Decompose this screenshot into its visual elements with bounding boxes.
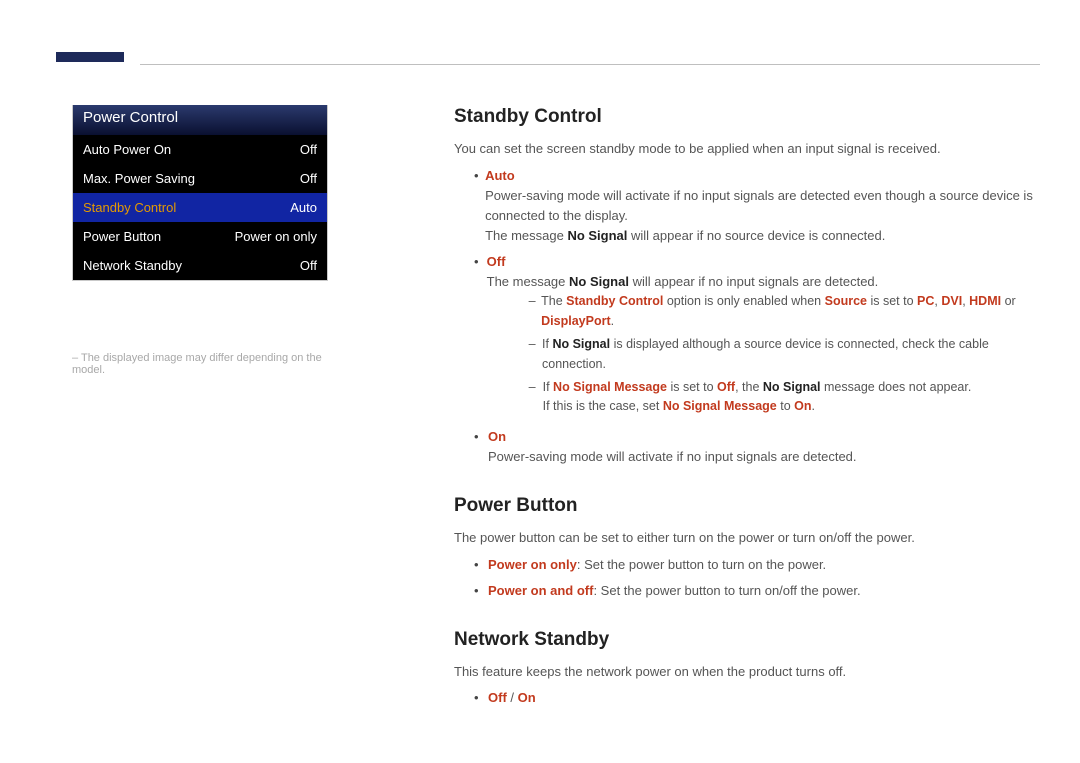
option-text: Power on only: Set the power button to t… [488, 555, 826, 575]
row-power-button[interactable]: Power Button Power on only [73, 222, 327, 251]
row-label: Standby Control [83, 200, 176, 215]
option-on: • On Power-saving mode will activate if … [474, 427, 1034, 467]
network-options: • Off / On [474, 688, 1034, 708]
row-max-power-saving[interactable]: Max. Power Saving Off [73, 164, 327, 193]
option-text: Off / On [488, 688, 536, 708]
note-text: The Standby Control option is only enabl… [541, 292, 1034, 331]
option-network-toggle: • Off / On [474, 688, 1034, 708]
bullet-icon: • [474, 427, 488, 467]
row-label: Auto Power On [83, 142, 171, 157]
option-label: Off [487, 254, 506, 269]
heading-standby-control: Standby Control [454, 102, 1034, 131]
row-value: Off [300, 171, 317, 186]
page-accent [56, 52, 124, 62]
note-text: If No Signal Message is set to Off, the … [543, 378, 972, 417]
note-text: If No Signal is displayed although a sou… [542, 335, 1034, 374]
heading-network-standby: Network Standby [454, 625, 1034, 654]
option-text: The message No Signal will appear if no … [485, 228, 885, 243]
bullet-icon: • [474, 581, 488, 601]
option-off: • Off The message No Signal will appear … [474, 252, 1034, 421]
row-standby-control[interactable]: Standby Control Auto [73, 193, 327, 222]
heading-power-button: Power Button [454, 491, 1034, 520]
standby-options: • Auto Power-saving mode will activate i… [474, 166, 1034, 467]
row-auto-power-on[interactable]: Auto Power On Off [73, 135, 327, 164]
option-power-on-and-off: • Power on and off: Set the power button… [474, 581, 1034, 601]
bullet-icon: • [474, 555, 488, 575]
powerbtn-options: • Power on only: Set the power button to… [474, 555, 1034, 601]
option-text: Power on and off: Set the power button t… [488, 581, 861, 601]
option-auto: • Auto Power-saving mode will activate i… [474, 166, 1034, 247]
powerbtn-intro: The power button can be set to either tu… [454, 528, 1034, 548]
dash-icon: – [529, 292, 542, 331]
bullet-icon: • [474, 166, 485, 247]
panel-title: Power Control [73, 105, 327, 135]
row-value: Off [300, 258, 317, 273]
power-control-panel: Power Control Auto Power On Off Max. Pow… [72, 105, 328, 281]
row-value: Off [300, 142, 317, 157]
row-label: Max. Power Saving [83, 171, 195, 186]
image-disclaimer: – The displayed image may differ dependi… [72, 352, 342, 376]
network-intro: This feature keeps the network power on … [454, 662, 1034, 682]
row-value: Power on only [235, 229, 317, 244]
dash-icon: – [529, 378, 543, 417]
content-body: Standby Control You can set the screen s… [454, 102, 1034, 715]
option-text: Power-saving mode will activate if no in… [485, 188, 1033, 223]
row-label: Network Standby [83, 258, 182, 273]
option-label: On [488, 429, 506, 444]
option-text: Power-saving mode will activate if no in… [488, 449, 857, 464]
option-text: The message No Signal will appear if no … [487, 274, 879, 289]
option-label: Auto [485, 168, 515, 183]
option-notes: – The Standby Control option is only ena… [529, 292, 1034, 416]
bullet-icon: • [474, 688, 488, 708]
standby-intro: You can set the screen standby mode to b… [454, 139, 1034, 159]
row-network-standby[interactable]: Network Standby Off [73, 251, 327, 280]
row-value: Auto [290, 200, 317, 215]
row-label: Power Button [83, 229, 161, 244]
bullet-icon: • [474, 252, 487, 421]
page-rule [140, 64, 1040, 65]
dash-icon: – [529, 335, 542, 374]
option-power-on-only: • Power on only: Set the power button to… [474, 555, 1034, 575]
